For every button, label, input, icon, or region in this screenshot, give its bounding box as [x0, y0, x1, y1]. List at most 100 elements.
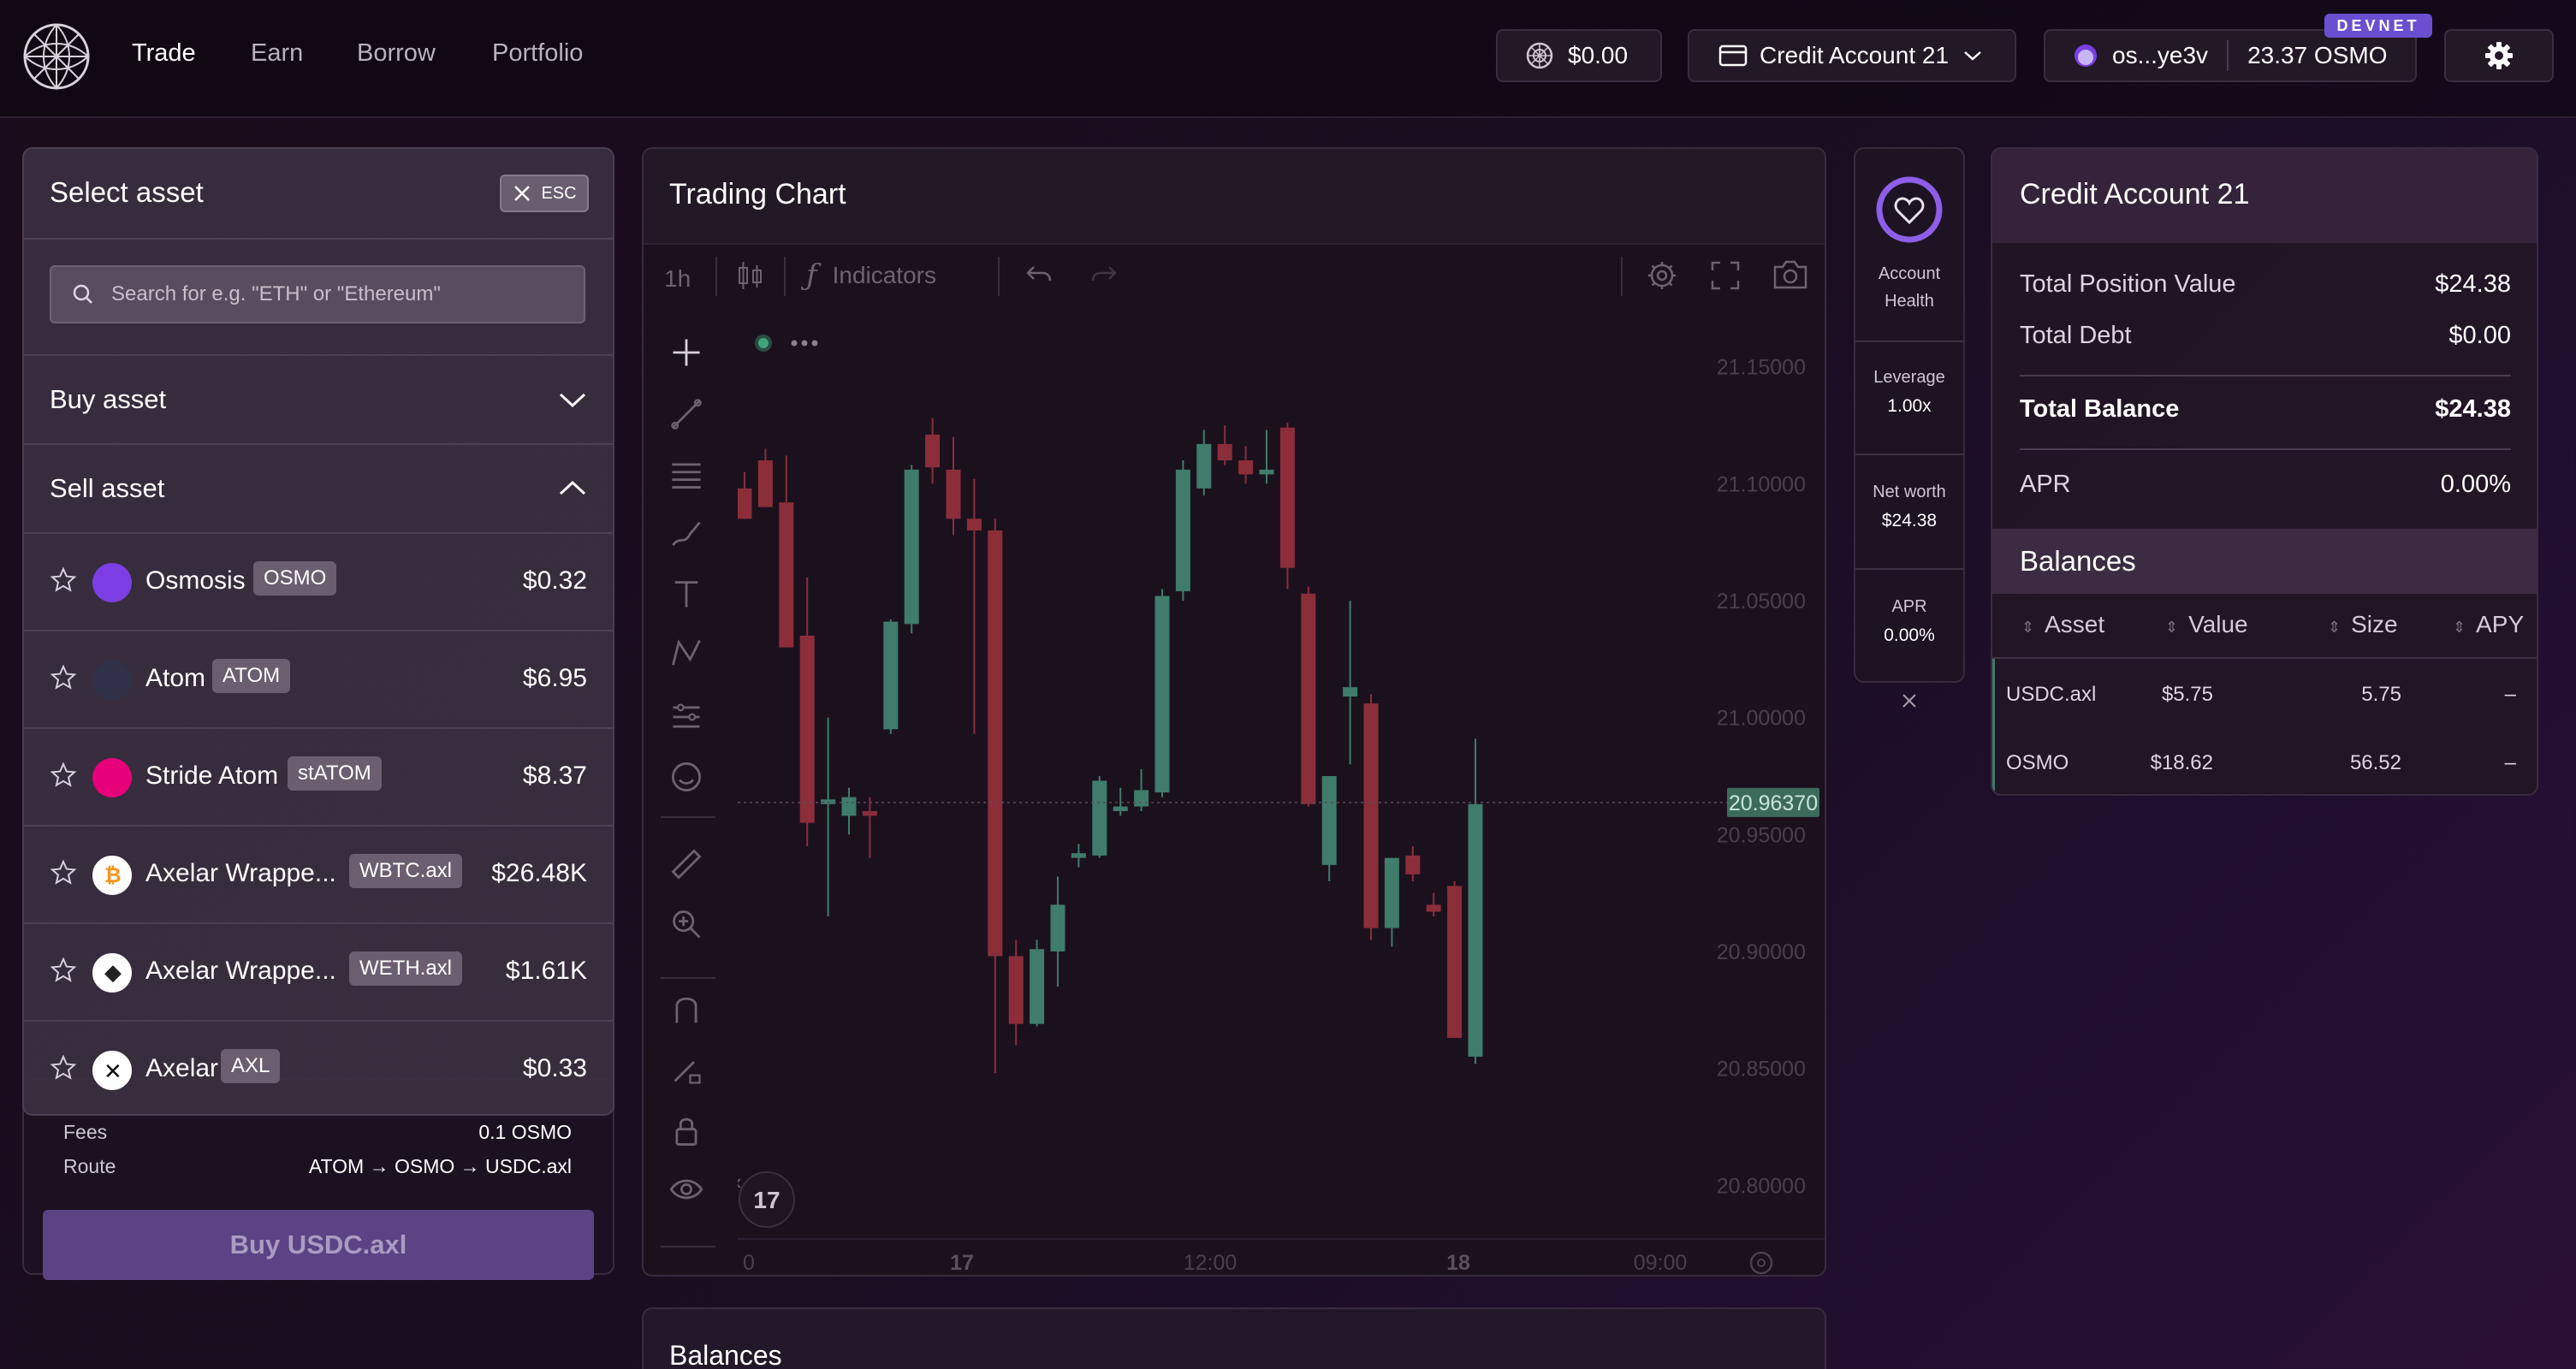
star-icon[interactable]: [50, 1054, 77, 1082]
trading-chart-panel: Trading Chart 1h ƒ Indicators 21.15000 21…: [642, 147, 1826, 1277]
buy-asset-section[interactable]: Buy asset: [24, 354, 613, 443]
candle-body: [1092, 780, 1107, 856]
divider: [2020, 375, 2511, 376]
trend-line-icon[interactable]: [669, 397, 703, 431]
balance-cell-size: 5.75: [2361, 683, 2401, 706]
candles-type-icon[interactable]: [736, 260, 765, 291]
column-header[interactable]: ⇕ Size: [2328, 611, 2398, 638]
divider: [1992, 657, 2537, 659]
atom-icon: [92, 661, 132, 700]
network-badge: DEVNET: [2324, 14, 2432, 38]
fib-lines-icon[interactable]: [669, 457, 703, 491]
asset-row[interactable]: Osmosis OSMO $0.32: [24, 532, 613, 630]
chart-settings-icon[interactable]: [1645, 258, 1679, 293]
asset-symbol-badge: AXL: [221, 1049, 281, 1083]
y-axis-tick-label: 21.10000: [1717, 472, 1806, 496]
crosshair-tool-icon[interactable]: [669, 335, 703, 370]
brush-icon[interactable]: [669, 517, 703, 551]
axelar-icon: ✕: [92, 1051, 132, 1090]
nav-borrow[interactable]: Borrow: [357, 39, 436, 68]
settings-button[interactable]: [2444, 29, 2554, 82]
candle-body: [1008, 956, 1024, 1024]
nav-portfolio[interactable]: Portfolio: [492, 39, 583, 68]
select-asset-panel: Select asset ESC Search for e.g. "ETH" o…: [22, 147, 614, 1116]
nav-trade[interactable]: Trade: [132, 39, 196, 68]
eye-icon[interactable]: [669, 1172, 703, 1206]
asset-row[interactable]: ✕ Axelar AXL $0.33: [24, 1020, 613, 1114]
row-accent: [1992, 659, 1995, 727]
y-axis-tick-label: 20.95000: [1717, 823, 1806, 847]
star-icon[interactable]: [50, 664, 77, 691]
candle-body: [1217, 443, 1232, 460]
candle-body: [821, 799, 836, 804]
zoom-in-icon[interactable]: [669, 907, 703, 941]
mars-logo-icon[interactable]: [22, 22, 91, 91]
candle-body: [1259, 469, 1274, 475]
candle-body: [1134, 790, 1149, 807]
text-tool-icon[interactable]: [669, 577, 703, 611]
asset-row[interactable]: Atom ATOM $6.95: [24, 630, 613, 727]
magnet-icon[interactable]: [669, 993, 703, 1027]
candle-body: [757, 460, 773, 507]
candle-body: [1071, 853, 1086, 858]
asset-symbol-badge: ATOM: [212, 659, 291, 693]
indicators-button[interactable]: ƒ Indicators: [806, 258, 936, 293]
chevron-down-icon: [559, 393, 586, 408]
y-axis-tick-label: 20.80000: [1717, 1174, 1806, 1198]
sell-asset-section[interactable]: Sell asset: [24, 443, 613, 532]
undo-icon[interactable]: [1025, 264, 1053, 287]
route-value: ATOM → OSMO → USDC.axl: [308, 1155, 572, 1177]
nav-earn[interactable]: Earn: [251, 39, 303, 68]
wallet-divider: [2227, 40, 2229, 71]
column-header[interactable]: ⇕ Asset: [2021, 611, 2104, 638]
asset-price: $6.95: [522, 664, 587, 692]
fullscreen-icon[interactable]: [1710, 260, 1741, 291]
emoji-icon[interactable]: [669, 760, 703, 794]
camera-icon[interactable]: [1772, 258, 1809, 291]
route-label: Route: [63, 1155, 116, 1177]
asset-row[interactable]: ◆ Axelar Wrappe... WETH.axl $1.61K: [24, 922, 613, 1020]
buy-button[interactable]: Buy USDC.axl: [43, 1210, 594, 1280]
row-value: $24.38: [2435, 270, 2511, 298]
row-value: 0.00%: [2440, 471, 2511, 498]
price-chart[interactable]: 21.15000 21.10000 21.05000 21.00000 20.95000…: [738, 320, 1825, 1277]
redo-icon[interactable]: [1090, 264, 1118, 287]
x-axis-tick-label: 0: [743, 1251, 755, 1275]
osmosis-token-icon: [2074, 44, 2097, 67]
candle-body: [883, 621, 899, 730]
lock-icon[interactable]: [669, 1114, 703, 1148]
chevron-down-icon: [1964, 51, 1981, 61]
asset-price: $0.33: [522, 1054, 587, 1082]
toolbar-divider: [998, 257, 1000, 296]
forecast-icon[interactable]: [669, 700, 703, 734]
asset-name: Axelar: [145, 1054, 219, 1082]
more-dots-icon: [791, 340, 798, 347]
ruler-icon[interactable]: [669, 847, 703, 881]
pattern-icon[interactable]: [669, 637, 703, 671]
candle-body: [1238, 460, 1254, 475]
lock-drawing-icon[interactable]: [669, 1052, 703, 1087]
toolbar-divider: [784, 257, 786, 296]
select-asset-title: Select asset: [50, 176, 204, 208]
star-icon[interactable]: [50, 859, 77, 886]
star-icon[interactable]: [50, 566, 77, 594]
rewards-button[interactable]: $0.00: [1496, 29, 1662, 82]
account-name: Credit Account 21: [1760, 42, 1950, 68]
function-icon: ƒ: [806, 258, 817, 293]
close-icon: [514, 186, 531, 201]
column-header[interactable]: ⇕ APY: [2453, 611, 2524, 638]
balance-cell-asset: OSMO: [2006, 751, 2069, 774]
candle-body: [1343, 687, 1358, 697]
close-icon[interactable]: [1900, 691, 1919, 710]
sort-icon: ⇕: [2453, 619, 2466, 636]
column-header[interactable]: ⇕ Value: [2165, 611, 2248, 638]
star-icon[interactable]: [50, 957, 77, 984]
interval-button[interactable]: 1h: [664, 265, 691, 293]
account-selector[interactable]: Credit Account 21: [1688, 29, 2016, 82]
close-button[interactable]: ESC: [500, 175, 589, 212]
candle-body: [1405, 855, 1421, 874]
search-input[interactable]: Search for e.g. "ETH" or "Ethereum": [50, 265, 585, 323]
star-icon[interactable]: [50, 762, 77, 789]
asset-row[interactable]: Stride Atom stATOM $8.37: [24, 727, 613, 825]
asset-row[interactable]: ₿ Axelar Wrappe... WBTC.axl $26.48K: [24, 825, 613, 922]
